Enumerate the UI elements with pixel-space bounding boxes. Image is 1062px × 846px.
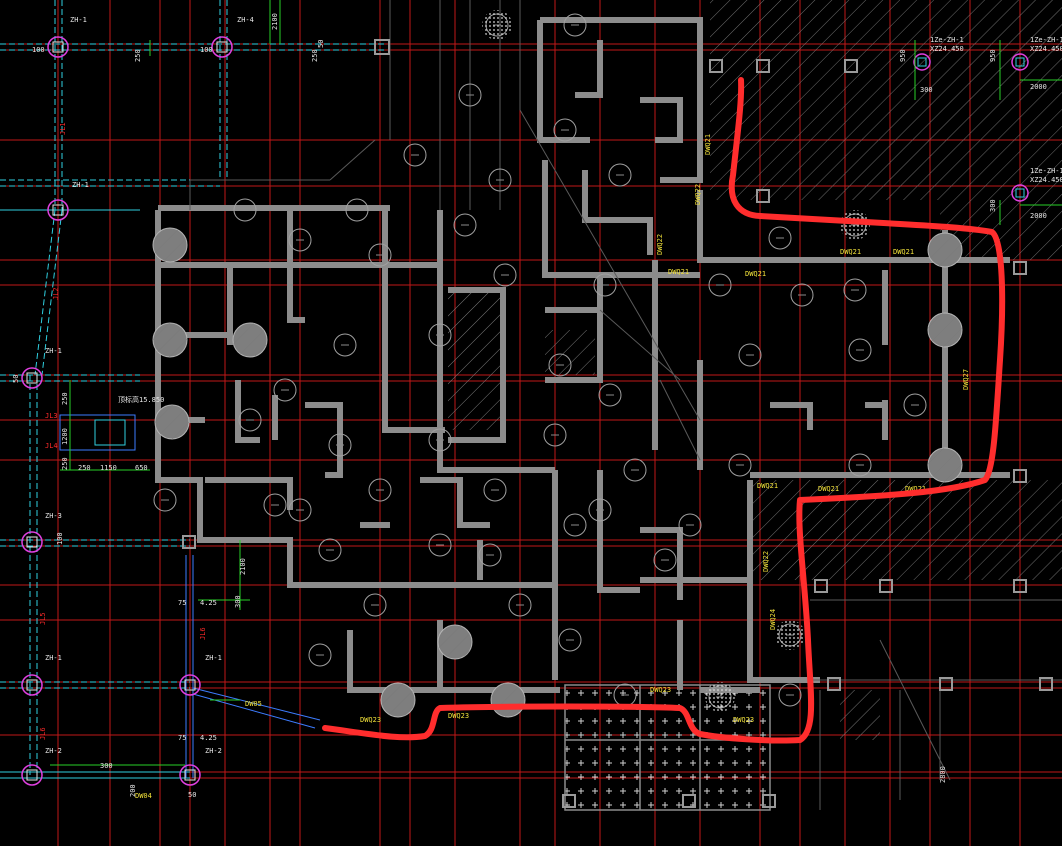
label-dwq22-a: DWQ22 [694,184,702,205]
dim-75-a: 75 [178,599,186,607]
column-ring [21,764,43,786]
label-dwq23-d: DWQ23 [733,716,754,724]
dim-950-b: 950 [989,49,997,62]
pile-cap-hatch [491,683,525,717]
label-jl1: JL1 [59,122,67,135]
label-zh1-e: ZH-1 [205,654,222,662]
dim-100-b: 100 [200,46,213,54]
dim-650: 650 [135,464,148,472]
dim-2000-b: 2000 [1030,212,1047,220]
pile-cap-hatch [928,313,962,347]
dim-2100-b: 2100 [239,558,247,575]
dim-300-a: 300 [234,595,242,608]
dim-250-d: 250 [61,457,69,470]
label-zh1-a: ZH-1 [70,16,87,24]
dim-250-a: 250 [134,49,142,62]
label-zh4: ZH-4 [237,16,254,24]
dim-200: 200 [129,784,137,797]
plan-drawing: ZH-1 ZH-4 ZH-1 ZH-1 ZH-3 ZH-1 ZH-2 ZH-1 … [0,0,1062,846]
dim-75-b: 75 [178,734,186,742]
label-1ze-zh1-mid-elev: XZ24.450 [1030,176,1062,184]
pile-cap-hatch [381,683,415,717]
label-zh2-b: ZH-2 [205,747,222,755]
dim-250-b: 250 [311,49,319,62]
pile-cap-hatch [928,448,962,482]
dim-100-a: 100 [32,46,45,54]
label-zh1-b: ZH-1 [72,181,89,189]
label-top-elevation: 顶标高15.850 [118,395,164,404]
dim-50-b: 50 [12,375,20,383]
label-dw05: DW05 [245,700,262,708]
label-jl5: JL5 [39,612,47,625]
pile-cluster [705,682,735,712]
label-dwq21-c: DWQ21 [668,268,689,276]
dim-100-c: 100 [56,532,64,545]
dim-300-d: 300 [989,199,997,212]
label-dwq22-b: DWQ22 [656,234,664,255]
dim-300-c: 300 [920,86,933,94]
pile-cluster [482,10,512,40]
pile-cap-hatch [233,323,267,357]
dim-250-e: 250 [78,464,91,472]
label-zh3: ZH-3 [45,512,62,520]
label-jl3: JL3 [45,412,58,420]
column-ring [21,531,43,553]
dim-425-b: 4.25 [200,734,217,742]
pile-cap-hatch [155,405,189,439]
label-1ze-zh1: 1Ze-ZH-1 [930,36,964,44]
label-dwq21-vert: DWQ21 [704,134,712,155]
column-ring [21,674,43,696]
label-dwq24: DWQ24 [769,609,777,630]
label-jl6: JL6 [39,727,47,740]
column-ring [21,367,43,389]
pile-cluster [775,620,805,650]
label-zh1-c: ZH-1 [45,347,62,355]
label-1ze-zh1-right-elev: XZ24.450 [1030,45,1062,53]
label-1ze-zh1-elev: XZ24.450 [930,45,964,53]
label-dwq21-a: DWQ21 [840,248,861,256]
dim-2800: 2800 [939,766,947,783]
pile-cap-hatch [438,625,472,659]
label-jl2: JL2 [52,287,60,300]
dim-50-a: 50 [317,40,325,48]
dim-1150: 1150 [100,464,117,472]
column-ring [211,36,233,58]
dim-2100-a: 2100 [271,13,279,30]
label-dwq23-a: DWQ23 [448,712,469,720]
dim-2000-a: 2000 [1030,83,1047,91]
label-dwq23-b: DWQ23 [650,686,671,694]
dim-250-c: 250 [61,392,69,405]
dim-425-a: 4.25 [200,599,217,607]
label-dwq21-b: DWQ21 [893,248,914,256]
label-1ze-zh1-mid: 1Ze-ZH-1 [1030,167,1062,175]
dim-1200: 1200 [61,428,69,445]
dim-50-c: 50 [188,791,196,799]
label-dwq27: DWQ27 [962,369,970,390]
label-zh1-d: ZH-1 [45,654,62,662]
label-dwq21-f: DWQ21 [818,485,839,493]
label-dwq21-d: DWQ21 [745,270,766,278]
label-zh2-a: ZH-2 [45,747,62,755]
label-dwq21-e: DWQ21 [757,482,778,490]
pile-cap-hatch [928,233,962,267]
cad-floor-plan: ZH-1 ZH-4 ZH-1 ZH-1 ZH-3 ZH-1 ZH-2 ZH-1 … [0,0,1062,846]
pile-cap-hatch [153,228,187,262]
pile-cap-hatch [153,323,187,357]
label-jl4: JL4 [45,442,58,450]
label-1ze-zh1-right: 1Ze-ZH-1 [1030,36,1062,44]
label-dwq22-c: DWQ22 [762,551,770,572]
label-dw04: DW04 [135,792,152,800]
label-dwq23-c: DWQ23 [360,716,381,724]
dim-300-b: 300 [100,762,113,770]
dim-950-a: 950 [899,49,907,62]
label-jl-col: JL6 [199,627,207,640]
